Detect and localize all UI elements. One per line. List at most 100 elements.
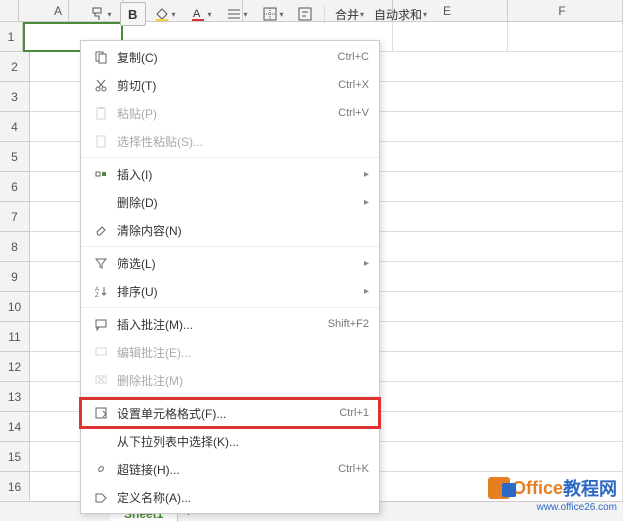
menu-separator <box>81 396 379 397</box>
borders-icon <box>262 6 278 22</box>
menu-clear-label: 清除内容(N) <box>111 222 369 239</box>
toolbar: ▾ B ▾ A▾ ▾ ▾ 合并▾ 自动求和▾ <box>80 0 623 28</box>
sort-icon: AZ <box>91 284 111 298</box>
menu-paste[interactable]: 粘贴(P) Ctrl+V <box>81 99 379 127</box>
scissors-icon <box>91 78 111 92</box>
row-11[interactable]: 11 <box>0 322 30 352</box>
link-icon <box>91 462 111 476</box>
menu-cut[interactable]: 剪切(T) Ctrl+X <box>81 71 379 99</box>
row-10[interactable]: 10 <box>0 292 30 322</box>
logo-icon <box>488 477 510 499</box>
menu-hyperlink-label: 超链接(H)... <box>111 461 338 478</box>
menu-hyperlink-shortcut: Ctrl+K <box>338 463 369 475</box>
menu-insert-label: 插入(I) <box>111 166 364 183</box>
merge-button[interactable]: 合并▾ <box>331 2 368 26</box>
menu-copy[interactable]: 复制(C) Ctrl+C <box>81 43 379 71</box>
menu-define-name[interactable]: 定义名称(A)... <box>81 483 379 511</box>
watermark-url: www.office26.com <box>537 502 617 513</box>
row-4[interactable]: 4 <box>0 112 30 142</box>
row-3[interactable]: 3 <box>0 82 30 112</box>
menu-delete[interactable]: 删除(D) ▸ <box>81 188 379 216</box>
align-button[interactable]: ▾ <box>220 2 254 26</box>
menu-paste-special-label: 选择性粘贴(S)... <box>111 133 369 150</box>
row-8[interactable]: 8 <box>0 232 30 262</box>
menu-cut-label: 剪切(T) <box>111 77 338 94</box>
row-15[interactable]: 15 <box>0 442 30 472</box>
autosum-button[interactable]: 自动求和▾ <box>370 2 431 26</box>
format-painter-button[interactable]: ▾ <box>84 2 118 26</box>
fill-color-button[interactable]: ▾ <box>148 2 182 26</box>
format-cells-icon <box>91 406 111 420</box>
row-2[interactable]: 2 <box>0 52 30 82</box>
menu-format-cells[interactable]: 设置单元格格式(F)... Ctrl+1 <box>81 399 379 427</box>
svg-text:A: A <box>193 8 201 20</box>
watermark: Office教程网 www.office26.com <box>488 475 617 501</box>
menu-separator <box>81 157 379 158</box>
submenu-icon: ▸ <box>364 197 369 208</box>
delete-comment-icon <box>91 373 111 387</box>
col-a[interactable]: A <box>19 0 69 22</box>
menu-delete-label: 删除(D) <box>111 194 364 211</box>
copy-icon <box>91 50 111 64</box>
bold-button[interactable]: B <box>120 2 146 26</box>
svg-text:Z: Z <box>95 293 99 298</box>
font-color-button[interactable]: A▾ <box>184 2 218 26</box>
menu-paste-label: 粘贴(P) <box>111 105 338 122</box>
watermark-brand2: 教程网 <box>563 475 617 501</box>
menu-insert[interactable]: 插入(I) ▸ <box>81 160 379 188</box>
align-icon <box>226 6 242 22</box>
clipboard-icon <box>91 106 111 120</box>
menu-format-cells-label: 设置单元格格式(F)... <box>111 405 339 422</box>
menu-sort-label: 排序(U) <box>111 283 364 300</box>
menu-hyperlink[interactable]: 超链接(H)... Ctrl+K <box>81 455 379 483</box>
filter-icon <box>91 256 111 270</box>
row-9[interactable]: 9 <box>0 262 30 292</box>
row-6[interactable]: 6 <box>0 172 30 202</box>
menu-delete-comment[interactable]: 删除批注(M) <box>81 366 379 394</box>
row-16[interactable]: 16 <box>0 472 30 502</box>
merge-label: 合并 <box>335 6 359 23</box>
row-1[interactable]: 1 <box>0 22 23 52</box>
menu-insert-comment-shortcut: Shift+F2 <box>328 318 369 330</box>
wrap-text-button[interactable] <box>292 2 318 26</box>
menu-paste-shortcut: Ctrl+V <box>338 107 369 119</box>
corner-cell[interactable] <box>0 0 19 22</box>
autosum-label: 自动求和 <box>374 6 422 23</box>
font-color-icon: A <box>190 6 206 22</box>
menu-filter-label: 筛选(L) <box>111 255 364 272</box>
menu-delete-comment-label: 删除批注(M) <box>111 372 369 389</box>
row-12[interactable]: 12 <box>0 352 30 382</box>
menu-paste-special[interactable]: 选择性粘贴(S)... <box>81 127 379 155</box>
menu-cut-shortcut: Ctrl+X <box>338 79 369 91</box>
borders-button[interactable]: ▾ <box>256 2 290 26</box>
separator <box>324 5 325 23</box>
menu-copy-shortcut: Ctrl+C <box>338 51 369 63</box>
watermark-brand1: Office <box>512 478 563 499</box>
menu-filter[interactable]: 筛选(L) ▸ <box>81 249 379 277</box>
row-13[interactable]: 13 <box>0 382 30 412</box>
eraser-icon <box>91 223 111 237</box>
menu-clear[interactable]: 清除内容(N) <box>81 216 379 244</box>
menu-insert-comment[interactable]: 插入批注(M)... Shift+F2 <box>81 310 379 338</box>
menu-dropdown-list[interactable]: 从下拉列表中选择(K)... <box>81 427 379 455</box>
menu-copy-label: 复制(C) <box>111 49 338 66</box>
menu-sort[interactable]: AZ 排序(U) ▸ <box>81 277 379 305</box>
submenu-icon: ▸ <box>364 169 369 180</box>
wrap-icon <box>297 6 313 22</box>
bucket-icon <box>154 6 170 22</box>
context-menu: 复制(C) Ctrl+C 剪切(T) Ctrl+X 粘贴(P) Ctrl+V 选… <box>80 40 380 514</box>
menu-separator <box>81 246 379 247</box>
comment-icon <box>91 317 111 331</box>
row-7[interactable]: 7 <box>0 202 30 232</box>
menu-edit-comment[interactable]: 编辑批注(E)... <box>81 338 379 366</box>
row-14[interactable]: 14 <box>0 412 30 442</box>
row-5[interactable]: 5 <box>0 142 30 172</box>
menu-dropdown-list-label: 从下拉列表中选择(K)... <box>111 433 369 450</box>
svg-text:B: B <box>128 7 137 22</box>
menu-edit-comment-label: 编辑批注(E)... <box>111 344 369 361</box>
menu-separator <box>81 307 379 308</box>
edit-comment-icon <box>91 345 111 359</box>
bold-icon: B <box>125 6 141 22</box>
menu-define-name-label: 定义名称(A)... <box>111 489 369 506</box>
paste-special-icon <box>91 134 111 148</box>
